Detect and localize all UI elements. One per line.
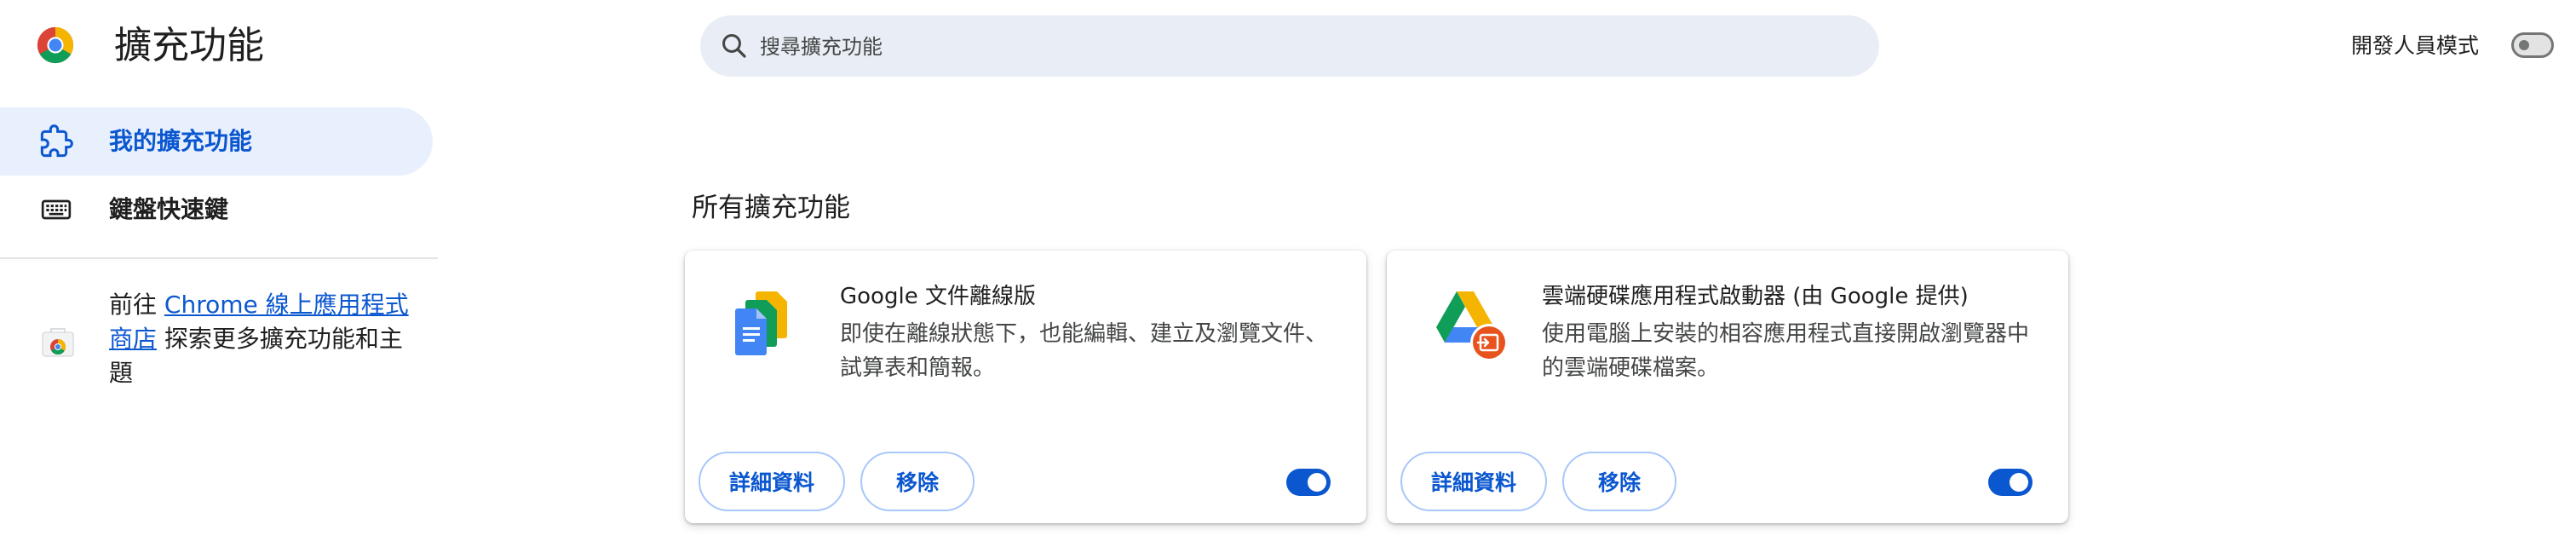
developer-mode-label: 開發人員模式 [2351,33,2480,58]
remove-button[interactable]: 移除 [1562,452,1676,511]
extension-name: Google 文件離線版 [840,284,1036,309]
drive-app-launcher-icon [1431,288,1508,361]
extension-enable-toggle[interactable] [1286,469,1331,496]
extension-card: 雲端硬碟應用程式啟動器 (由 Google 提供) 使用電腦上安裝的相容應用程式… [1387,251,2068,523]
section-title: 所有擴充功能 [692,193,850,223]
extension-enable-toggle[interactable] [1988,469,2033,496]
extension-description: 即使在離線狀態下，也能編輯、建立及瀏覽文件、試算表和簡報。 [840,321,1328,381]
developer-mode-toggle[interactable] [2511,32,2554,58]
web-store-prefix: 前往 [109,291,164,319]
chrome-web-store-icon [39,324,77,361]
web-store-promo: 前往 Chrome 線上應用程式商店 探索更多擴充功能和主題 [109,288,416,390]
page-title: 擴充功能 [114,24,264,67]
toggle-knob [2010,473,2028,492]
sidebar-item-label: 我的擴充功能 [109,127,253,155]
remove-button[interactable]: 移除 [860,452,975,511]
details-button[interactable]: 詳細資料 [699,452,845,511]
toggle-knob [2519,40,2529,50]
google-docs-offline-icon [729,288,794,360]
extension-description: 使用電腦上安裝的相容應用程式直接開啟瀏覽器中的雲端硬碟檔案。 [1542,321,2030,381]
keyboard-icon [39,193,73,230]
sidebar-item-label: 鍵盤快速鍵 [109,195,229,223]
sidebar-divider [0,257,438,259]
details-button[interactable]: 詳細資料 [1400,452,1547,511]
toggle-knob [1308,473,1326,492]
extension-icon [39,124,73,162]
extension-card: Google 文件離線版 即使在離線狀態下，也能編輯、建立及瀏覽文件、試算表和簡… [685,251,1366,523]
chrome-logo-icon [36,26,75,65]
search-icon [719,31,750,61]
extension-name: 雲端硬碟應用程式啟動器 (由 Google 提供) [1542,284,1969,309]
search-input[interactable] [758,15,1852,78]
search-bar[interactable] [700,15,1879,78]
